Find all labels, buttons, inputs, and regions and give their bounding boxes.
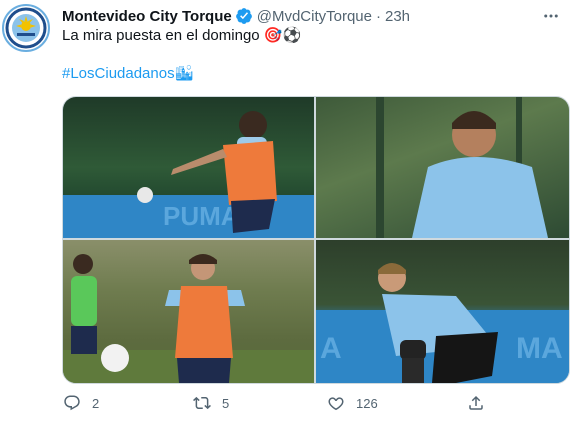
media-grid: PUMA A MA bbox=[62, 96, 570, 384]
author-name[interactable]: Montevideo City Torque bbox=[62, 8, 232, 25]
share-icon bbox=[466, 393, 486, 413]
heart-icon bbox=[326, 393, 346, 413]
more-horizontal-icon[interactable] bbox=[540, 6, 562, 26]
like-button[interactable]: 126 bbox=[326, 391, 378, 415]
photo-players-training[interactable] bbox=[63, 240, 314, 383]
svg-text:PUMA: PUMA bbox=[163, 201, 240, 231]
tweet[interactable]: Montevideo City Torque @MvdCityTorque · … bbox=[0, 0, 576, 426]
reply-icon bbox=[62, 393, 82, 413]
photo-player-back-view[interactable] bbox=[316, 97, 569, 238]
photo-player-orange-bib-ball[interactable]: PUMA bbox=[63, 97, 314, 238]
retweet-button[interactable]: 5 bbox=[192, 391, 229, 415]
reply-count: 2 bbox=[92, 395, 100, 411]
retweet-icon bbox=[192, 393, 212, 413]
verified-badge-icon bbox=[235, 7, 253, 25]
club-crest-icon bbox=[5, 7, 47, 49]
like-count: 126 bbox=[356, 395, 378, 411]
tweet-header: Montevideo City Torque @MvdCityTorque · … bbox=[62, 6, 410, 26]
timestamp[interactable]: 23h bbox=[385, 8, 410, 25]
separator-dot: · bbox=[376, 7, 381, 25]
reply-button[interactable]: 2 bbox=[62, 391, 99, 415]
photo-goalkeeper[interactable]: A MA bbox=[316, 240, 569, 383]
avatar[interactable] bbox=[2, 4, 50, 52]
svg-text:MA: MA bbox=[516, 332, 563, 365]
svg-text:A: A bbox=[320, 332, 342, 365]
retweet-count: 5 bbox=[222, 395, 230, 411]
tweet-text: La mira puesta en el domingo 🎯⚽ bbox=[62, 27, 302, 44]
share-button[interactable] bbox=[466, 391, 486, 415]
author-handle[interactable]: @MvdCityTorque bbox=[257, 8, 372, 25]
hashtag-link[interactable]: #LosCiudadanos🏙 bbox=[62, 64, 194, 84]
action-bar: 2 5 126 bbox=[62, 391, 502, 415]
